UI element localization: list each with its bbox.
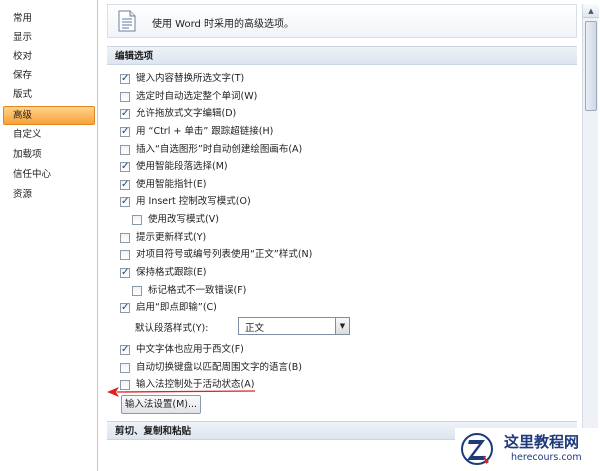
option-label: 用 “Ctrl + 单击” 跟踪超链接(H) — [136, 126, 274, 137]
select-value: 正文 — [245, 323, 265, 334]
checkbox-unchecked[interactable] — [120, 250, 130, 260]
nav-item-layout[interactable]: 版式 — [3, 85, 95, 104]
default-paragraph-style-label: 默认段落样式(Y): — [135, 323, 209, 334]
option-label: 使用改写模式(V) — [148, 214, 219, 225]
nav-item-advanced[interactable]: 高级 — [3, 106, 95, 125]
option-label: 选定时自动选定整个单词(W) — [136, 91, 258, 102]
site-logo-icon — [461, 433, 493, 465]
checkbox-checked[interactable] — [120, 107, 130, 121]
nav-item-resources[interactable]: 资源 — [3, 185, 95, 204]
watermark: 这里教程网 herecours.com — [455, 428, 600, 471]
checkbox-unchecked[interactable] — [120, 145, 130, 155]
option-label: 启用“即点即输”(C) — [136, 302, 217, 313]
option-label: 允许拖放式文字编辑(D) — [136, 108, 237, 119]
nav-item-display[interactable]: 显示 — [3, 28, 95, 47]
checkbox-unchecked[interactable] — [120, 233, 130, 243]
nav-item-addins[interactable]: 加载项 — [3, 145, 95, 164]
option-label: 用 Insert 控制改写模式(O) — [136, 196, 251, 207]
option-label: 使用智能指针(E) — [136, 179, 207, 190]
nav-item-customize[interactable]: 自定义 — [3, 125, 95, 144]
checkbox-checked[interactable] — [120, 178, 130, 192]
option-label: 使用智能段落选择(M) — [136, 161, 228, 172]
option-label: 中文字体也应用于西文(F) — [136, 344, 244, 355]
ime-settings-button[interactable]: 输入法设置(M)... — [121, 395, 201, 414]
checkbox-checked[interactable] — [120, 72, 130, 86]
scroll-up-arrow-icon[interactable]: ▲ — [583, 4, 599, 18]
checkbox-checked[interactable] — [120, 343, 130, 357]
scroll-thumb[interactable] — [585, 21, 597, 111]
nav-item-trust-center[interactable]: 信任中心 — [3, 165, 95, 184]
watermark-url: herecours.com — [511, 452, 582, 463]
nav-item-proofing[interactable]: 校对 — [3, 47, 95, 66]
checkbox-checked[interactable] — [120, 195, 130, 209]
default-paragraph-style-select[interactable]: 正文 ▼ — [238, 317, 350, 335]
checkbox-unchecked[interactable] — [132, 286, 142, 296]
nav-item-save[interactable]: 保存 — [3, 66, 95, 85]
watermark-title: 这里教程网 — [504, 433, 580, 451]
checkbox-checked[interactable] — [120, 301, 130, 315]
panel-header: 使用 Word 时采用的高级选项。 — [107, 4, 577, 38]
option-label: 键入内容替换所选文字(T) — [136, 73, 245, 84]
option-label: 对项目符号或编号列表使用“正文”样式(N) — [136, 249, 313, 260]
checkbox-checked[interactable] — [120, 266, 130, 280]
checkbox-unchecked[interactable] — [120, 363, 130, 373]
option-label: 标记格式不一致错误(F) — [148, 285, 247, 296]
vertical-scrollbar[interactable]: ▲ — [582, 4, 599, 471]
checkbox-unchecked[interactable] — [120, 92, 130, 102]
document-options-icon — [118, 10, 136, 32]
panel-title: 使用 Word 时采用的高级选项。 — [152, 19, 295, 30]
checkbox-checked[interactable] — [120, 125, 130, 139]
chevron-down-icon[interactable]: ▼ — [335, 318, 349, 334]
checkbox-unchecked[interactable] — [132, 215, 142, 225]
options-nav: 常用 显示 校对 保存 版式 高级 自定义 加载项 信任中心 资源 — [0, 0, 98, 471]
option-label: 保持格式跟踪(E) — [136, 267, 207, 278]
section-editing-options: 编辑选项 — [107, 46, 577, 65]
option-label: 自动切换键盘以匹配周围文字的语言(B) — [136, 362, 302, 373]
checkbox-checked[interactable] — [120, 160, 130, 174]
option-label: 提示更新样式(Y) — [136, 232, 207, 243]
option-label: 插入“自选图形”时自动创建绘图画布(A) — [136, 144, 303, 155]
nav-item-general[interactable]: 常用 — [3, 9, 95, 28]
